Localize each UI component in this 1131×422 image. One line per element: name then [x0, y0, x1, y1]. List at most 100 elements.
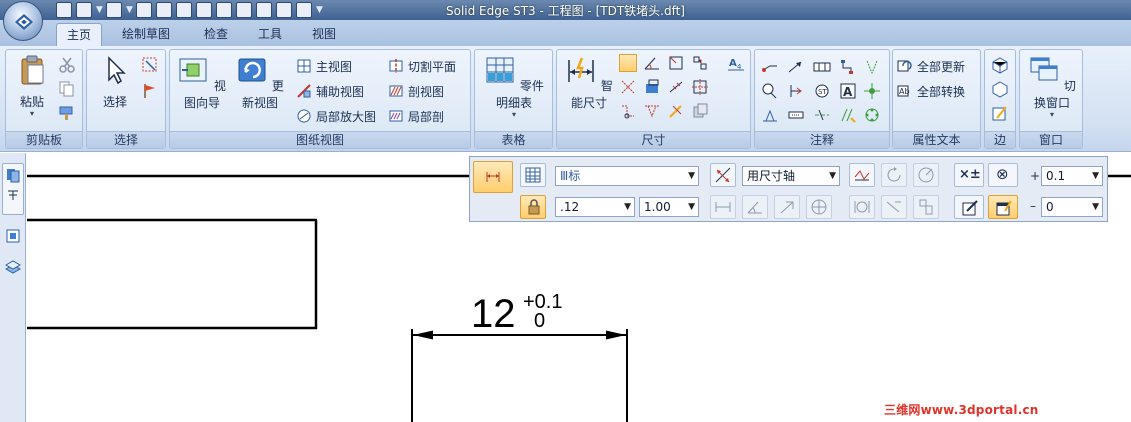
centerline-icon[interactable] [813, 106, 831, 124]
dropdown-arrow-icon[interactable]: ▼ [1092, 198, 1099, 216]
save-icon[interactable] [56, 2, 72, 18]
application-button[interactable] [3, 1, 43, 41]
text-attribute-icon[interactable]: A4 [727, 54, 745, 72]
principal-view-button[interactable]: 主视图 [296, 56, 352, 76]
datum-frame-icon[interactable]: ST [813, 82, 831, 100]
properties-button[interactable] [988, 195, 1018, 219]
dropdown-arrow-icon[interactable]: ▼ [126, 4, 133, 16]
dimension-type-button[interactable] [473, 161, 513, 193]
surface-texture-icon[interactable] [787, 82, 805, 100]
dropdown-arrow-icon[interactable]: ▾ [1024, 111, 1080, 119]
dimension-axis-select[interactable]: 用尺寸轴 ▼ [742, 166, 840, 186]
symmetric-dimension-icon[interactable] [643, 102, 661, 120]
chain-dimension-icon[interactable] [667, 78, 685, 96]
open-folder-icon[interactable] [176, 2, 192, 18]
copy-icon[interactable] [58, 80, 76, 98]
remove-tolerance-button[interactable]: ⊗ [988, 163, 1018, 187]
feature-control-frame-icon[interactable] [813, 58, 831, 76]
dropdown-arrow-icon[interactable]: ▼ [624, 198, 631, 216]
coordinate-dimension-icon[interactable] [667, 54, 685, 72]
layout-icon[interactable] [216, 2, 232, 18]
cutting-plane-button[interactable]: 切割平面 [388, 56, 456, 76]
smart-dimension-button[interactable]: 智能尺寸 [561, 54, 617, 111]
customize-arrow-icon[interactable]: ▼ [316, 4, 323, 16]
tolerance-type-button[interactable]: ×± [954, 163, 984, 187]
style-table-button[interactable] [520, 163, 546, 187]
angle-between-icon[interactable] [643, 54, 661, 72]
select-tools-icon[interactable] [141, 56, 159, 74]
bolt-circle-icon[interactable] [863, 106, 881, 124]
lock-button[interactable] [520, 195, 546, 219]
hide-edges-icon[interactable] [991, 80, 1009, 98]
update-views-button[interactable]: 更新视图 [232, 54, 288, 111]
format-painter-icon[interactable] [58, 104, 76, 122]
rotate-button[interactable] [881, 163, 907, 187]
symmetric-diameter-icon[interactable] [619, 78, 637, 96]
tab-inspect[interactable]: 检查 [194, 23, 238, 46]
leader-icon[interactable] [787, 58, 805, 76]
text-box-icon[interactable]: A [839, 82, 857, 100]
flag-icon[interactable] [141, 82, 159, 100]
stacked-dimension-icon[interactable] [643, 78, 661, 96]
break-line-button[interactable] [849, 163, 875, 187]
dropdown-arrow-icon[interactable]: ▾ [12, 110, 52, 118]
dimension-axis-button[interactable] [710, 163, 736, 187]
tab-view[interactable]: 视图 [302, 23, 346, 46]
lower-tolerance-input[interactable]: 0 ▼ [1041, 197, 1103, 217]
horizontal-vertical-button[interactable] [710, 195, 736, 219]
broken-out-section-button[interactable]: 局部剖 [388, 106, 444, 126]
dimension-style-icon[interactable] [667, 102, 685, 120]
show-edges-icon[interactable] [991, 56, 1009, 74]
coordinate-dims-icon[interactable] [691, 78, 709, 96]
cut-icon[interactable] [58, 56, 76, 74]
dropdown-arrow-icon[interactable]: ▼ [688, 167, 695, 185]
angle-dimension-button[interactable] [742, 195, 768, 219]
print-icon[interactable] [156, 2, 172, 18]
stacked-button[interactable] [913, 195, 939, 219]
select-button[interactable]: 选择 [95, 54, 135, 110]
paste-button[interactable]: 粘贴 ▾ [12, 54, 52, 118]
bolt-hole-circle-icon[interactable] [787, 106, 805, 124]
detail-view-button[interactable]: 局部放大图 [296, 106, 376, 126]
tab-tools[interactable]: 工具 [248, 23, 292, 46]
scale-select[interactable]: 1.00 ▼ [639, 197, 699, 217]
diagonal-dimension-button[interactable] [774, 195, 800, 219]
library-tab[interactable] [2, 163, 24, 215]
undo-icon[interactable] [76, 2, 92, 18]
cursor-icon[interactable] [196, 2, 212, 18]
switch-window-button[interactable]: 切换窗口 ▾ [1024, 54, 1080, 119]
angular-coordinate-icon[interactable] [619, 102, 637, 120]
convert-all-button[interactable]: Ab 全部转换 [897, 81, 965, 101]
dropdown-arrow-icon[interactable]: ▾ [479, 111, 549, 119]
datum-target-icon[interactable] [839, 58, 857, 76]
dropdown-arrow-icon[interactable]: ▼ [96, 4, 103, 16]
tab-sketch[interactable]: 绘制草图 [112, 23, 180, 46]
callout-icon[interactable] [761, 58, 779, 76]
center-to-center-button[interactable] [849, 195, 875, 219]
section-view-button[interactable]: 剖视图 [388, 81, 444, 101]
dropdown-arrow-icon[interactable]: ▼ [1092, 167, 1099, 185]
weld-symbol-icon[interactable] [761, 106, 779, 124]
edit-text-button[interactable] [954, 195, 984, 219]
arc-dimension-button[interactable] [913, 163, 939, 187]
distance-between-icon[interactable] [619, 54, 637, 72]
precision-select[interactable]: .12 ▼ [555, 197, 635, 217]
layers-icon[interactable] [4, 227, 22, 245]
upper-tolerance-input[interactable]: 0.1 ▼ [1041, 166, 1103, 186]
chamfer-dimension-icon[interactable] [691, 54, 709, 72]
radial-dimension-button[interactable] [806, 195, 832, 219]
dimension-value[interactable]: 12 [471, 292, 516, 336]
auxiliary-view-button[interactable]: 辅助视图 [296, 81, 364, 101]
dropdown-arrow-icon[interactable]: ▼ [688, 198, 695, 216]
sheets-icon[interactable] [4, 257, 22, 275]
file-properties-icon[interactable] [296, 2, 312, 18]
dropdown-arrow-icon[interactable]: ▼ [829, 167, 836, 185]
edge-painter-icon[interactable] [991, 104, 1009, 122]
line-style-icon[interactable] [256, 2, 272, 18]
update-all-button[interactable]: 全部更新 [897, 56, 965, 76]
new-document-icon[interactable] [136, 2, 152, 18]
angled-leader-button[interactable] [881, 195, 907, 219]
edge-condition-icon[interactable] [863, 58, 881, 76]
cross-hatch-icon[interactable] [839, 106, 857, 124]
copy-attributes-icon[interactable] [691, 102, 709, 120]
